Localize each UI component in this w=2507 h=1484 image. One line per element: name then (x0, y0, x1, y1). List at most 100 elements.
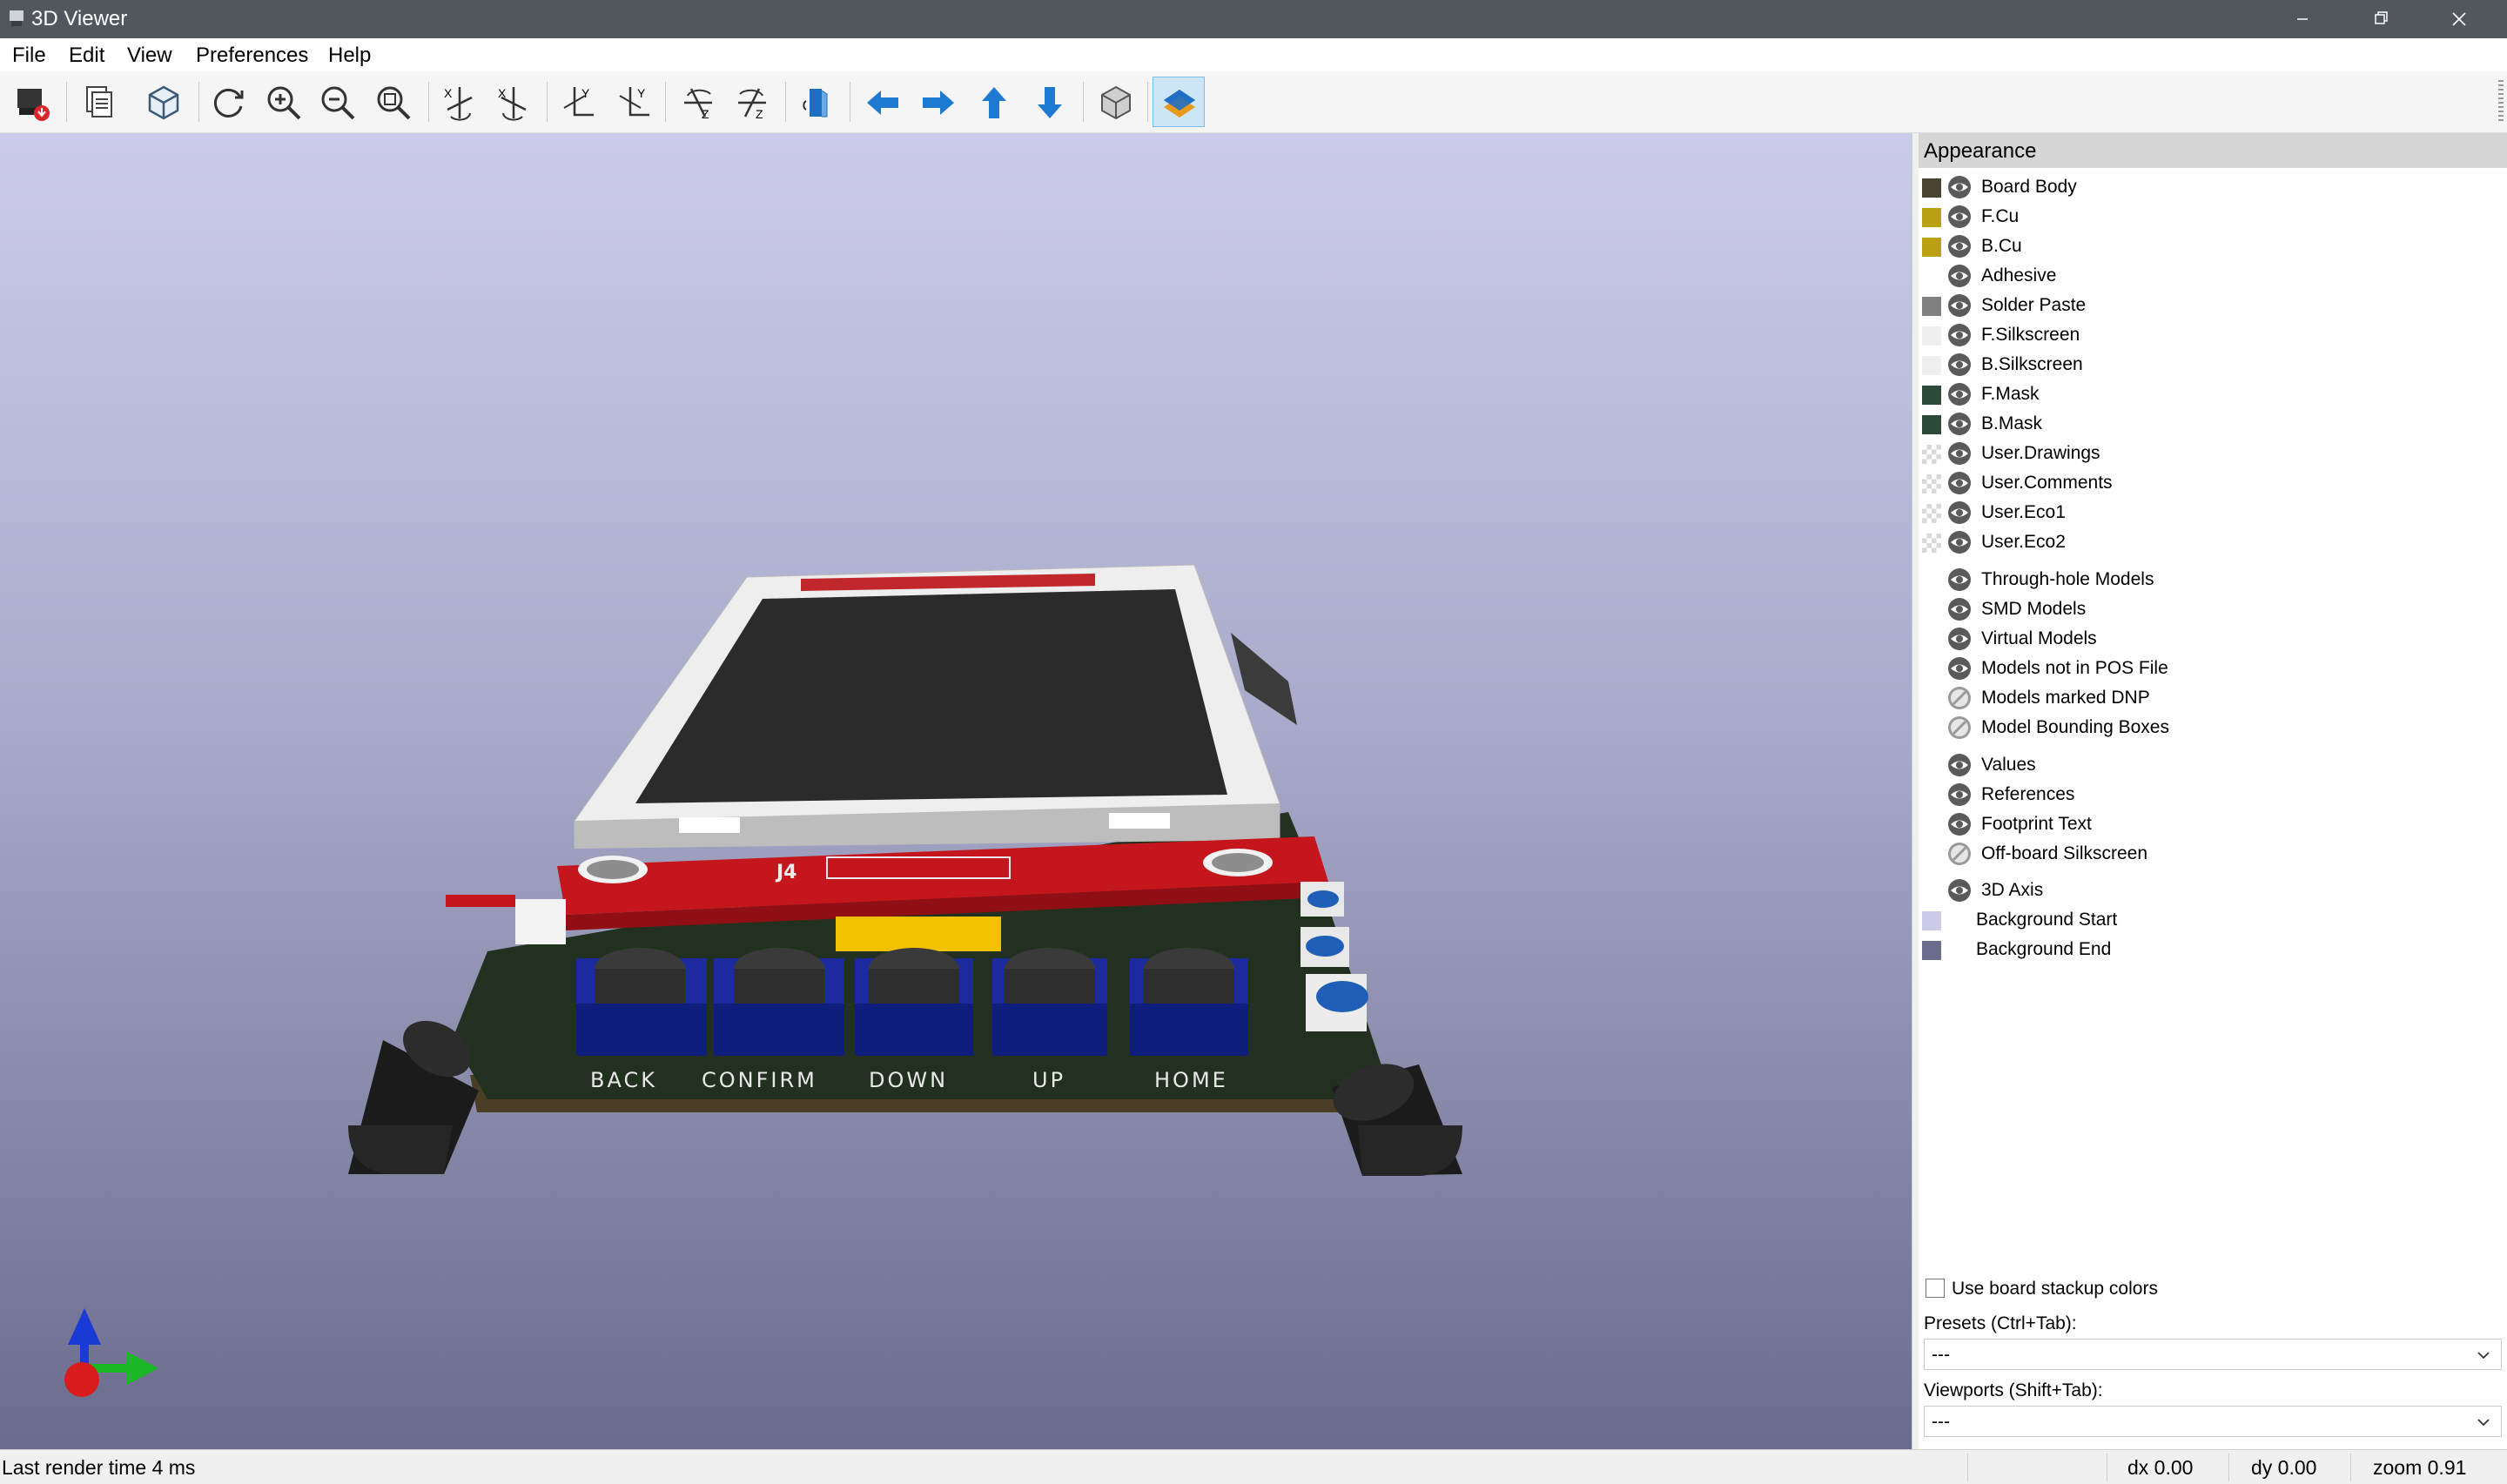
eye-icon[interactable] (1946, 596, 1973, 622)
viewports-dropdown[interactable]: --- (1924, 1406, 2502, 1437)
presets-dropdown[interactable]: --- (1924, 1339, 2502, 1370)
layer-row-references[interactable]: References (1919, 780, 2507, 809)
eye-icon[interactable] (1946, 811, 1973, 837)
menu-file[interactable]: File (12, 44, 46, 68)
eye-hidden-icon[interactable] (1946, 841, 1973, 867)
rotate-y-ccw-button[interactable]: Y (608, 77, 660, 127)
pan-up-button[interactable] (968, 77, 1020, 127)
layer-row-adhesive[interactable]: Adhesive (1919, 261, 2507, 291)
color-swatch[interactable] (1922, 178, 1941, 198)
color-swatch[interactable] (1922, 238, 1941, 257)
layer-row-virtual-models[interactable]: Virtual Models (1919, 624, 2507, 654)
eye-icon[interactable] (1946, 204, 1973, 230)
color-swatch[interactable] (1922, 356, 1941, 375)
eye-icon[interactable] (1946, 292, 1973, 319)
eye-icon[interactable] (1946, 381, 1973, 407)
toolbar-grip[interactable] (2498, 80, 2504, 124)
eye-icon[interactable] (1946, 752, 1973, 778)
layer-row-values[interactable]: Values (1919, 750, 2507, 780)
color-swatch[interactable] (1922, 326, 1941, 346)
eye-icon[interactable] (1946, 567, 1973, 593)
pan-left-button[interactable] (857, 77, 909, 127)
layer-row-off-board-silkscreen[interactable]: Off-board Silkscreen (1919, 839, 2507, 869)
menu-edit[interactable]: Edit (69, 44, 104, 68)
eye-icon[interactable] (1946, 655, 1973, 682)
flip-board-button[interactable] (792, 77, 844, 127)
eye-icon[interactable] (1946, 263, 1973, 289)
eye-icon[interactable] (1946, 529, 1973, 555)
layer-row-user-eco1[interactable]: User.Eco1 (1919, 498, 2507, 527)
eye-icon[interactable] (1946, 877, 1973, 903)
layer-row-f-cu[interactable]: F.Cu (1919, 202, 2507, 232)
layer-row-f-mask[interactable]: F.Mask (1919, 379, 2507, 409)
color-swatch[interactable] (1922, 445, 1941, 464)
reload-button[interactable] (202, 77, 254, 127)
rotate-x-cw-button[interactable]: X (434, 77, 486, 127)
close-button[interactable] (2420, 0, 2498, 38)
layer-row-f-silkscreen[interactable]: F.Silkscreen (1919, 320, 2507, 350)
use-stackup-colors-checkbox[interactable] (1926, 1279, 1945, 1298)
eye-icon[interactable] (1946, 440, 1973, 467)
color-swatch[interactable] (1922, 386, 1941, 405)
rotate-z-ccw-button[interactable]: Z (726, 77, 778, 127)
layer-row-b-mask[interactable]: B.Mask (1919, 409, 2507, 439)
export-image-button[interactable] (7, 77, 59, 127)
zoom-out-button[interactable] (312, 77, 364, 127)
zoom-fit-button[interactable] (367, 77, 420, 127)
layer-row-through-hole-models[interactable]: Through-hole Models (1919, 565, 2507, 594)
eye-icon[interactable] (1946, 470, 1973, 496)
color-swatch[interactable] (1922, 534, 1941, 553)
rotate-x-ccw-button[interactable]: X (487, 77, 540, 127)
color-swatch[interactable] (1922, 415, 1941, 434)
layer-row-b-cu[interactable]: B.Cu (1919, 232, 2507, 261)
layer-row-user-drawings[interactable]: User.Drawings (1919, 439, 2507, 468)
zoom-in-button[interactable] (258, 77, 310, 127)
rotate-y-cw-button[interactable]: Y (552, 77, 604, 127)
layer-row-3d-axis[interactable]: 3D Axis (1919, 876, 2507, 905)
menu-help[interactable]: Help (328, 44, 371, 68)
eye-icon[interactable] (1946, 322, 1973, 348)
eye-icon[interactable] (1946, 500, 1973, 526)
raytrace-button[interactable] (138, 77, 190, 127)
minimize-button[interactable] (2263, 0, 2342, 38)
copy-button[interactable] (73, 77, 125, 127)
layer-row-models-not-in-pos-file[interactable]: Models not in POS File (1919, 654, 2507, 683)
eye-icon[interactable] (1946, 233, 1973, 259)
layer-row-smd-models[interactable]: SMD Models (1919, 594, 2507, 624)
eye-icon[interactable] (1946, 782, 1973, 808)
layer-row-user-comments[interactable]: User.Comments (1919, 468, 2507, 498)
color-swatch[interactable] (1922, 504, 1941, 523)
eye-icon[interactable] (1946, 626, 1973, 652)
color-swatch[interactable] (1922, 911, 1941, 930)
rotate-z-cw-button[interactable]: Z (672, 77, 724, 127)
eye-icon[interactable] (1946, 411, 1973, 437)
eye-hidden-icon[interactable] (1946, 685, 1973, 711)
layer-row-user-eco2[interactable]: User.Eco2 (1919, 527, 2507, 557)
menu-view[interactable]: View (127, 44, 172, 68)
color-swatch[interactable] (1922, 297, 1941, 316)
layer-row-background-end[interactable]: Background End (1919, 935, 2507, 964)
layer-row-background-start[interactable]: Background Start (1919, 905, 2507, 935)
appearance-manager-button[interactable] (1153, 77, 1205, 127)
layer-label: Values (1981, 755, 2036, 775)
layer-row-model-bounding-boxes[interactable]: Model Bounding Boxes (1919, 713, 2507, 742)
layer-row-b-silkscreen[interactable]: B.Silkscreen (1919, 350, 2507, 379)
menu-preferences[interactable]: Preferences (196, 44, 308, 68)
pan-right-button[interactable] (912, 77, 964, 127)
layer-row-footprint-text[interactable]: Footprint Text (1919, 809, 2507, 839)
layer-label: B.Silkscreen (1981, 354, 2083, 374)
layer-row-board-body[interactable]: Board Body (1919, 172, 2507, 202)
eye-icon[interactable] (1946, 352, 1973, 378)
color-swatch[interactable] (1922, 474, 1941, 494)
layer-row-solder-paste[interactable]: Solder Paste (1919, 291, 2507, 320)
pan-down-button[interactable] (1024, 77, 1076, 127)
layer-row-models-marked-dnp[interactable]: Models marked DNP (1919, 683, 2507, 713)
eye-hidden-icon[interactable] (1946, 715, 1973, 741)
3d-viewport[interactable]: BACK CONFIRM DOWN UP HOME J4 (0, 133, 1912, 1449)
restore-button[interactable] (2342, 0, 2420, 38)
color-swatch[interactable] (1922, 208, 1941, 227)
color-swatch[interactable] (1922, 941, 1941, 960)
orthographic-button[interactable] (1090, 77, 1142, 127)
push-button-confirm (714, 948, 844, 1056)
eye-icon[interactable] (1946, 174, 1973, 200)
